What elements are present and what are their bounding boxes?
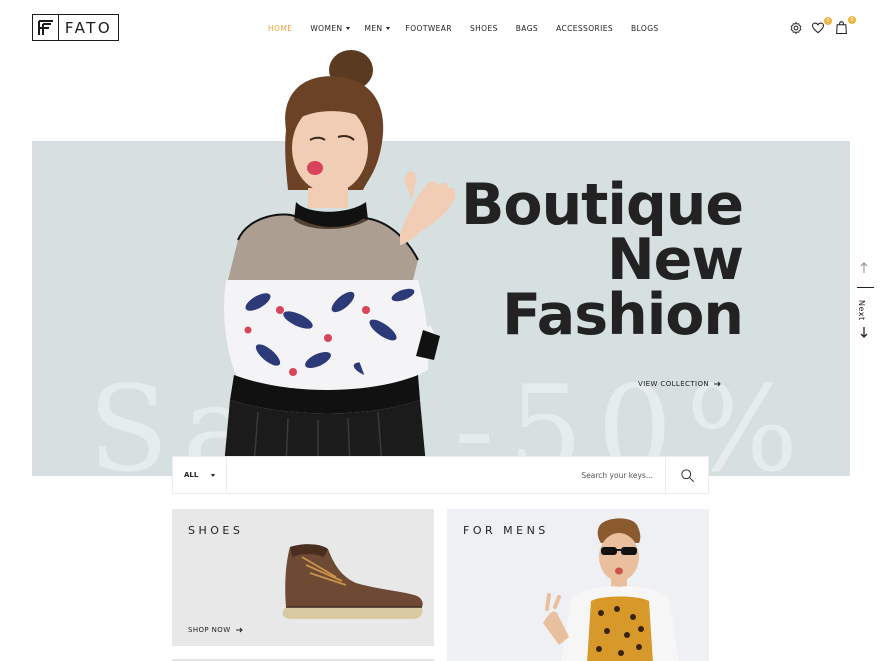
nav-item-blogs[interactable]: BLOGS bbox=[631, 21, 659, 35]
nav-item-accessories[interactable]: ACCESSORIES bbox=[556, 21, 613, 35]
arrow-up-icon[interactable] bbox=[860, 262, 868, 274]
search-bar: ALL bbox=[172, 456, 709, 494]
model-image bbox=[224, 50, 456, 465]
slider-pager: Next bbox=[855, 262, 875, 342]
view-collection-label: VIEW COLLECTION bbox=[638, 380, 710, 388]
shoes-category-banner[interactable]: SHOES SHOP NOW bbox=[172, 509, 434, 646]
male-model-image bbox=[543, 518, 679, 661]
nav-item-footwear[interactable]: FOOTWEAR bbox=[406, 21, 452, 35]
nav-item-label: SHOES bbox=[469, 23, 498, 33]
nav-item-bags[interactable]: BAGS bbox=[516, 21, 538, 35]
hero-title: Boutique New Fashion bbox=[460, 172, 744, 348]
nav-item-men[interactable]: MEN bbox=[365, 21, 390, 35]
arrow-right-icon bbox=[235, 627, 243, 633]
main-nav: HOME WOMEN MEN FOOTWEAR SHOES BAGS ACCES… bbox=[268, 21, 659, 35]
category-select[interactable]: ALL bbox=[173, 457, 227, 493]
hero-title-line: Boutique bbox=[460, 172, 744, 238]
view-collection-link[interactable]: VIEW COLLECTION bbox=[638, 380, 721, 388]
brand-logo[interactable]: FATO bbox=[32, 14, 119, 41]
shopping-bag-icon[interactable]: 0 bbox=[835, 16, 856, 36]
nav-item-label: WOMEN bbox=[310, 23, 343, 33]
heart-icon[interactable]: 0 bbox=[811, 17, 832, 37]
nav-item-shoes[interactable]: SHOES bbox=[470, 21, 498, 35]
nav-item-label: BLOGS bbox=[631, 23, 659, 33]
search-input[interactable] bbox=[227, 457, 665, 493]
nav-item-women[interactable]: WOMEN bbox=[310, 21, 350, 35]
gear-icon[interactable] bbox=[789, 21, 805, 37]
next-slide-label[interactable]: Next bbox=[857, 300, 866, 321]
shop-now-label: SHOP NOW bbox=[188, 626, 231, 634]
search-icon bbox=[680, 468, 694, 482]
nav-item-label: BAGS bbox=[515, 23, 539, 33]
arrow-right-icon bbox=[714, 381, 721, 387]
brand-name: FATO bbox=[64, 18, 113, 37]
caret-down-icon bbox=[211, 473, 215, 477]
hero-title-line: Fashion bbox=[502, 282, 744, 348]
mens-category-banner[interactable]: FOR MENS bbox=[447, 509, 709, 661]
banner-title: FOR MENS bbox=[463, 524, 549, 537]
arrow-down-icon[interactable] bbox=[860, 326, 868, 338]
nav-item-label: FOOTWEAR bbox=[405, 23, 452, 33]
wishlist-count-badge: 0 bbox=[824, 17, 832, 25]
nav-item-label: ACCESSORIES bbox=[556, 23, 614, 33]
caret-down-icon bbox=[385, 26, 390, 30]
shoe-image bbox=[282, 544, 423, 619]
nav-item-label: MEN bbox=[364, 23, 383, 33]
caret-down-icon bbox=[345, 26, 350, 30]
nav-item-home[interactable]: HOME bbox=[268, 21, 292, 35]
hero-title-line: New bbox=[606, 227, 744, 293]
cart-count-badge: 0 bbox=[848, 16, 856, 24]
nav-item-label: HOME bbox=[268, 23, 293, 33]
banner-title: SHOES bbox=[188, 524, 244, 537]
pager-divider bbox=[857, 287, 874, 288]
search-button[interactable] bbox=[665, 457, 708, 493]
category-select-value: ALL bbox=[184, 471, 199, 479]
f-monogram-icon bbox=[33, 15, 59, 40]
shop-now-link[interactable]: SHOP NOW bbox=[188, 626, 243, 634]
